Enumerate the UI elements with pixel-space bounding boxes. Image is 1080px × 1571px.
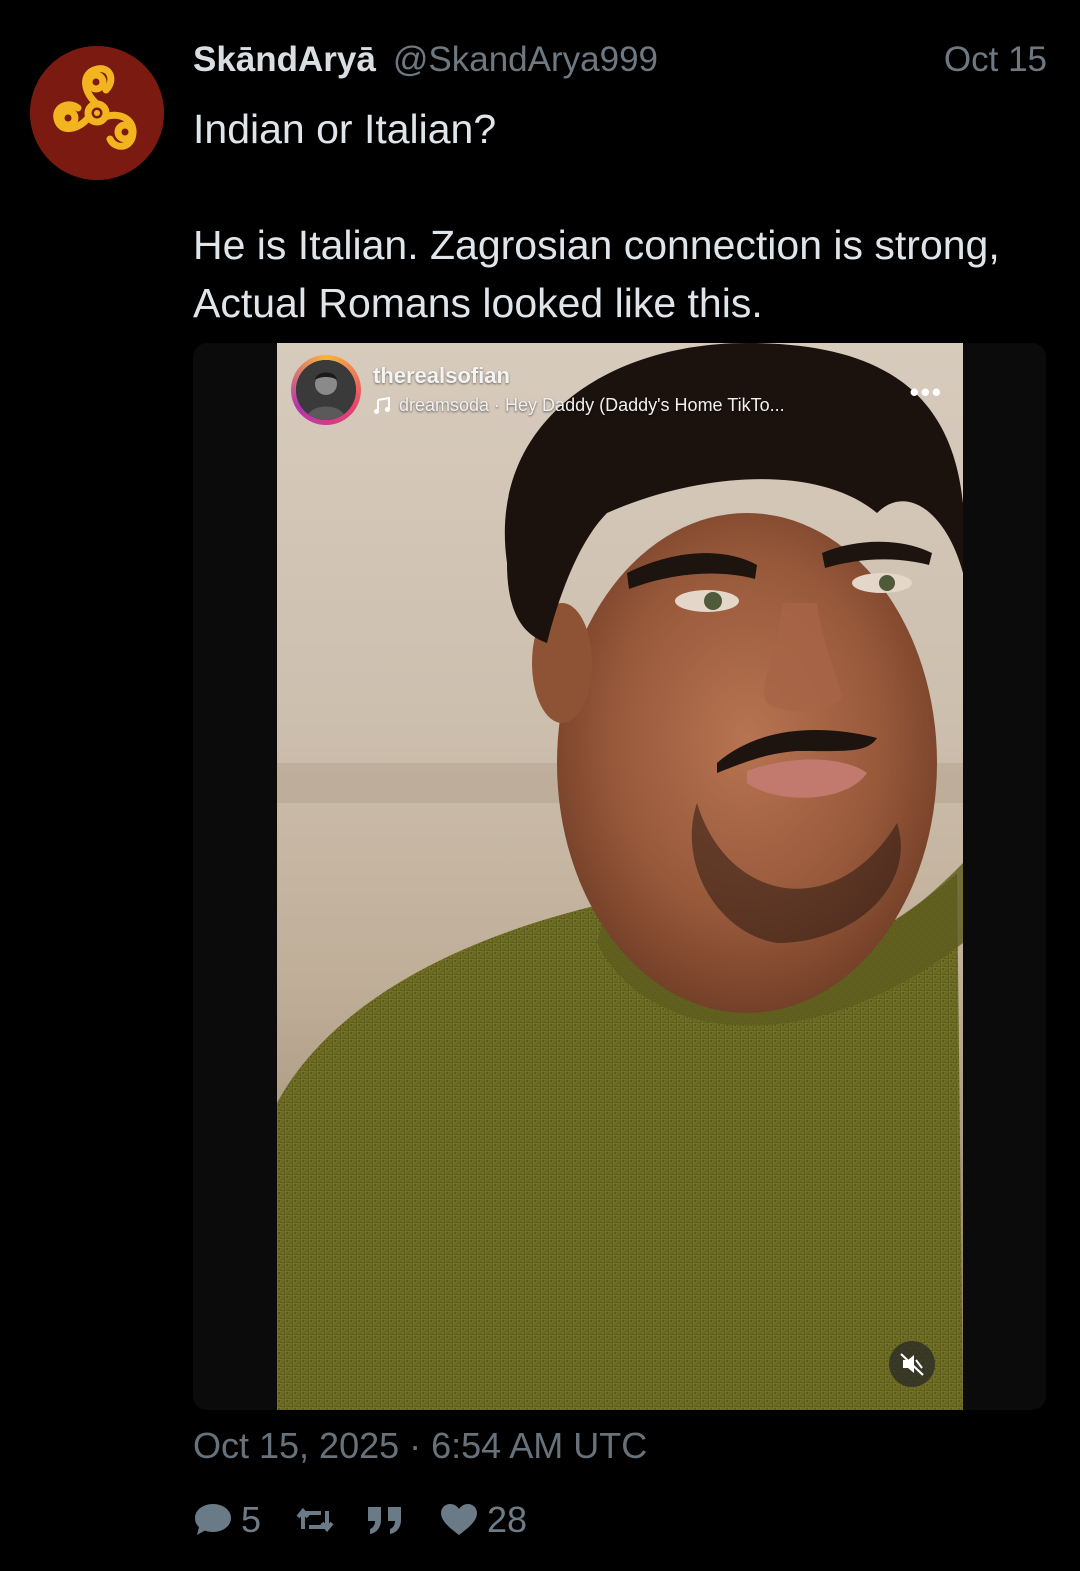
mute-icon (900, 1353, 924, 1376)
user-handle[interactable]: @SkandArya999 (393, 40, 658, 80)
ig-audio-track[interactable]: dreamsoda · Hey Daddy (Daddy's Home TikT… (373, 395, 785, 416)
comment-icon (195, 1504, 231, 1535)
reply-button[interactable]: 5 (193, 1499, 261, 1541)
video-frame-image (277, 343, 963, 1410)
video-player[interactable]: therealsofian dreamsoda · Hey Daddy (Dad… (277, 343, 963, 1410)
ig-username[interactable]: therealsofian (373, 363, 510, 389)
retweet-icon (296, 1507, 334, 1533)
reply-count: 5 (241, 1499, 262, 1540)
avatar[interactable] (30, 46, 164, 180)
tweet-timestamp[interactable]: Oct 15, 2025 · 6:54 AM UTC (193, 1425, 647, 1467)
tweet-text: Indian or Italian? He is Italian. Zagros… (193, 100, 1043, 332)
display-name[interactable]: SkāndAryā (193, 40, 376, 80)
tweet-media: therealsofian dreamsoda · Hey Daddy (Dad… (193, 343, 1046, 1410)
tweet-text-line: Indian or Italian? (193, 106, 497, 152)
quote-button[interactable] (365, 1504, 405, 1536)
like-count: 28 (487, 1499, 528, 1540)
instagram-overlay: therealsofian dreamsoda · Hey Daddy (Dad… (291, 355, 951, 427)
retweet-button[interactable] (295, 1503, 335, 1537)
music-note-icon (374, 396, 390, 414)
tweet-date-short[interactable]: Oct 15 (944, 40, 1047, 80)
more-icon[interactable]: ••• (910, 377, 943, 408)
like-button[interactable]: 28 (439, 1499, 527, 1541)
quote-icon (368, 1507, 402, 1534)
heart-icon (441, 1504, 478, 1535)
mute-button[interactable] (889, 1341, 935, 1387)
ig-avatar-image (296, 360, 356, 420)
tweet-actions: 5 28 (193, 1494, 527, 1546)
tweet-text-paragraph: He is Italian. Zagrosian connection is s… (193, 222, 1000, 326)
avatar-logo-icon (30, 46, 164, 180)
tweet-header: SkāndAryā @SkandArya999 Oct 15 (193, 40, 1053, 88)
ig-avatar[interactable] (291, 355, 361, 425)
ig-audio-label: dreamsoda · Hey Daddy (Daddy's Home TikT… (399, 395, 785, 415)
